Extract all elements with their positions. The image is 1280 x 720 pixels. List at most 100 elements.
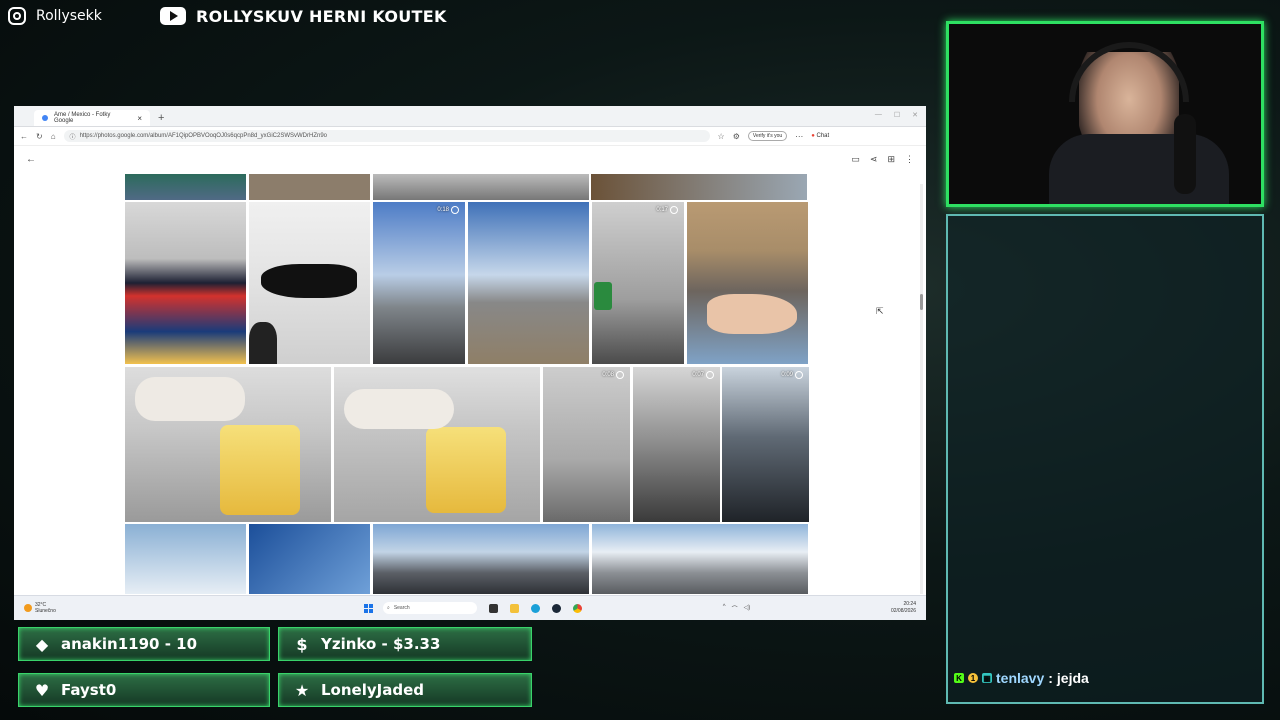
- weather-widget[interactable]: 32°C Slunečno: [24, 602, 324, 614]
- video-thumbnail[interactable]: 0:17: [592, 202, 684, 364]
- back-icon[interactable]: ←: [20, 132, 28, 141]
- photo-thumbnail[interactable]: [591, 174, 807, 200]
- photos-back-icon[interactable]: ←: [26, 154, 36, 165]
- video-thumbnail[interactable]: 0:18: [373, 202, 465, 364]
- play-icon: [616, 371, 624, 379]
- alert-text: Yzinko - $3.33: [321, 635, 441, 653]
- chat-username: tenlavy: [996, 670, 1045, 686]
- volume-icon[interactable]: ◁): [744, 604, 751, 613]
- photo-thumbnail[interactable]: [468, 202, 589, 364]
- search-icon: ⌕: [387, 605, 390, 611]
- play-icon: [706, 371, 714, 379]
- system-tray: ^ ⌒ ◁): [723, 604, 750, 613]
- chrome-taskbar-icon[interactable]: [573, 603, 582, 613]
- video-thumbnail[interactable]: 0:07: [633, 367, 720, 522]
- alert-latest-sub: ★ LonelyJaded: [278, 673, 532, 707]
- edge-browser-icon[interactable]: [531, 603, 540, 613]
- tray-chevron-icon[interactable]: ^: [723, 604, 726, 613]
- photo-thumbnail[interactable]: [249, 174, 370, 200]
- tab-title: Ame / Mexico - Fotky Google: [54, 112, 111, 124]
- photo-thumbnail[interactable]: [334, 367, 540, 522]
- video-duration: 0:07: [692, 371, 714, 379]
- google-photos-favicon-icon: [42, 115, 48, 121]
- video-thumbnail[interactable]: 0:09: [722, 367, 809, 522]
- sun-icon: [24, 604, 32, 612]
- photo-thumbnail[interactable]: [373, 524, 589, 594]
- video-duration: 0:17: [656, 206, 678, 214]
- photo-thumbnail[interactable]: [125, 367, 331, 522]
- photo-thumbnail[interactable]: [125, 174, 246, 200]
- chat-button[interactable]: ● Chat: [811, 133, 829, 139]
- instagram-handle: Rollysekk: [8, 4, 102, 28]
- alert-text: Fayst0: [61, 681, 117, 699]
- scrollbar-thumb[interactable]: [920, 294, 923, 310]
- share-icon[interactable]: ⋖: [870, 154, 878, 165]
- video-duration: 0:09: [781, 371, 803, 379]
- video-thumbnail[interactable]: 0:08: [543, 367, 630, 522]
- play-icon: [795, 371, 803, 379]
- file-explorer-icon[interactable]: [510, 603, 519, 613]
- home-icon[interactable]: ⌂: [51, 132, 56, 141]
- windows-taskbar: 32°C Slunečno ⌕ Search ^ ⌒ ◁) 20:24 02/0…: [14, 595, 926, 620]
- photo-thumbnail[interactable]: [592, 524, 808, 594]
- new-tab-button[interactable]: +: [158, 112, 164, 124]
- play-icon: [451, 206, 459, 214]
- shopping-bag-icon[interactable]: ▭: [851, 154, 860, 165]
- more-options-icon[interactable]: ⋮: [905, 154, 914, 165]
- close-window-icon[interactable]: ✕: [912, 111, 918, 119]
- task-view-icon[interactable]: [489, 603, 498, 613]
- alert-text: anakin1190 - 10: [61, 635, 198, 653]
- gift-badge-icon: ▦: [982, 673, 992, 683]
- window-controls: — ☐ ✕: [875, 111, 918, 119]
- clock-date: 02/08/2026: [890, 608, 916, 614]
- kick-badge-icon: K: [954, 673, 964, 683]
- instagram-icon: [8, 7, 26, 25]
- photo-thumbnail[interactable]: [249, 202, 370, 364]
- reload-icon[interactable]: ↻: [36, 132, 43, 141]
- bookmark-star-icon[interactable]: ☆: [718, 132, 725, 141]
- desktop-capture: Ame / Mexico - Fotky Google × + — ☐ ✕ ← …: [14, 106, 926, 620]
- extensions-icon[interactable]: ⚙: [733, 132, 740, 141]
- photo-thumbnail[interactable]: [687, 202, 808, 364]
- star-icon: ★: [294, 680, 310, 700]
- chat-text: jejda: [1056, 670, 1089, 686]
- photo-thumbnail[interactable]: [125, 524, 246, 594]
- chat-message: K 1 ▦ tenlavy : jejda: [954, 668, 1089, 688]
- add-to-album-icon[interactable]: ⊞: [887, 154, 895, 165]
- network-icon[interactable]: ⌒: [732, 604, 738, 613]
- taskbar-search[interactable]: ⌕ Search: [383, 602, 477, 614]
- browser-tab-strip: Ame / Mexico - Fotky Google × + — ☐ ✕: [14, 106, 926, 127]
- photo-thumbnail[interactable]: [249, 524, 370, 594]
- microphone-icon: [1174, 114, 1196, 194]
- video-duration: 0:08: [602, 371, 624, 379]
- mouse-cursor-icon: ⇱: [876, 306, 884, 316]
- minimize-icon[interactable]: —: [875, 111, 882, 119]
- photo-grid: 0:18 0:17 0:08 0:07 0:09: [125, 174, 809, 594]
- url-field[interactable]: ⓘ https://photos.google.com/album/AF1Qip…: [63, 130, 710, 142]
- menu-dots-icon[interactable]: ⋯: [795, 132, 803, 141]
- maximize-icon[interactable]: ☐: [894, 111, 900, 119]
- photo-thumbnail[interactable]: [373, 174, 589, 200]
- taskbar-clock[interactable]: 20:24 02/08/2026: [891, 601, 916, 615]
- sub-badge-icon: 1: [968, 673, 978, 683]
- chrome-icon: ●: [811, 133, 815, 139]
- close-tab-icon[interactable]: ×: [137, 114, 142, 123]
- steam-icon[interactable]: [552, 603, 561, 613]
- page-scrollbar[interactable]: [920, 184, 923, 594]
- chat-label: Chat: [816, 133, 830, 139]
- address-bar-row: ← ↻ ⌂ ⓘ https://photos.google.com/album/…: [14, 127, 926, 146]
- youtube-channel: ROLLYSKUV HERNI KOUTEK: [160, 4, 447, 28]
- browser-tab[interactable]: Ame / Mexico - Fotky Google ×: [34, 110, 150, 126]
- weather-desc: Slunečno: [35, 608, 56, 614]
- chat-panel: [946, 214, 1264, 704]
- verify-button[interactable]: Verify it's you: [747, 131, 788, 141]
- windows-start-icon[interactable]: [364, 603, 373, 613]
- url-text: https://photos.google.com/album/AF1QipOP…: [79, 133, 328, 139]
- photo-thumbnail[interactable]: [125, 202, 246, 364]
- alert-text: LonelyJaded: [321, 681, 424, 699]
- youtube-label: ROLLYSKUV HERNI KOUTEK: [196, 6, 447, 26]
- chat-separator: :: [1048, 670, 1053, 686]
- heart-icon: ♥: [34, 680, 50, 700]
- diamond-icon: ◆: [35, 634, 49, 654]
- site-info-icon[interactable]: ⓘ: [70, 132, 76, 141]
